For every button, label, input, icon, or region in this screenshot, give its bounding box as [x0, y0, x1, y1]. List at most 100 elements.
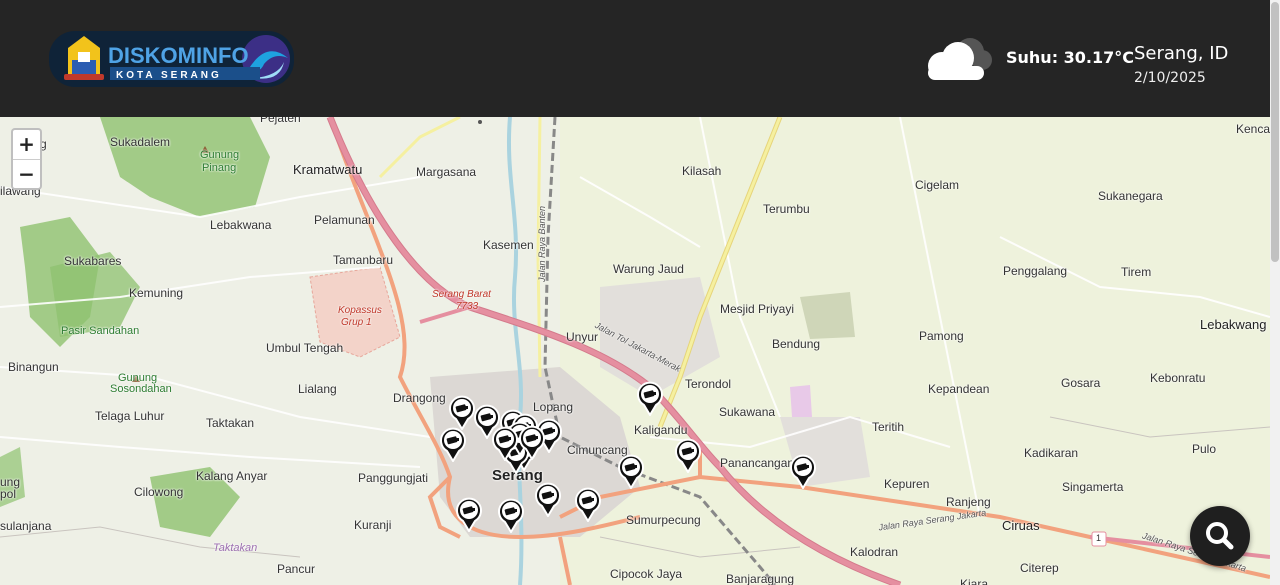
place-label: Terondol — [685, 377, 732, 391]
cctv-marker[interactable] — [534, 481, 562, 518]
cctv-camera-icon — [498, 498, 524, 534]
place-label: Kepuren — [884, 477, 930, 491]
place-label: Lialang — [298, 382, 337, 396]
cctv-marker[interactable] — [789, 453, 817, 490]
cctv-marker[interactable] — [491, 425, 519, 462]
place-label: Terumbu — [763, 202, 810, 216]
cctv-camera-icon — [440, 427, 466, 463]
place-label: Sukanegara — [1098, 189, 1163, 203]
scrollbar-thumb[interactable] — [1271, 2, 1279, 262]
place-label: Unyur — [566, 330, 599, 344]
cctv-camera-icon — [790, 454, 816, 490]
place-label: Mesjid Priyayi — [720, 302, 795, 316]
cctv-camera-icon — [618, 454, 644, 490]
place-label: Kadikaran — [1024, 446, 1079, 460]
place-label: Pasir Sandahan — [61, 325, 140, 337]
place-label: Kuranji — [354, 518, 392, 532]
location-name: Serang, ID — [1134, 43, 1229, 64]
temperature: Suhu: 30.17°C — [1006, 48, 1135, 67]
road-label: Serang Barat — [432, 289, 491, 300]
place-label: Ciruas — [1002, 518, 1040, 533]
place-label: Teritih — [872, 420, 905, 434]
place-label: Binangun — [8, 360, 59, 374]
cctv-marker[interactable] — [439, 426, 467, 463]
road-label: 7733 — [456, 301, 479, 312]
place-label: Umbul Tengah — [266, 341, 344, 355]
place-label: Penggalang — [1003, 264, 1068, 278]
place-label: Drangong — [393, 391, 446, 405]
zoom-control: + − — [11, 128, 42, 190]
diskominfo-logo: DISKOMINFO KOTA SERANG — [49, 31, 294, 87]
place-label: Telaga Luhur — [95, 409, 165, 423]
logo-title: DISKOMINFO — [108, 43, 249, 68]
place-label: Cilowong — [134, 485, 184, 499]
cctv-camera-icon — [492, 426, 518, 462]
logo-subtitle: KOTA SERANG — [116, 70, 222, 81]
cctv-marker[interactable] — [636, 380, 664, 417]
zoom-in-button[interactable]: + — [13, 130, 40, 160]
cctv-camera-icon — [449, 395, 475, 431]
cloud-icon — [928, 38, 992, 80]
cctv-camera-icon — [535, 482, 561, 518]
place-label: Kemuning — [129, 286, 184, 300]
cctv-camera-icon — [575, 487, 601, 523]
place-label: Kilasah — [682, 164, 722, 178]
place-label: Cigelam — [915, 178, 960, 192]
place-label: Kebonratu — [1150, 371, 1206, 385]
search-button[interactable] — [1190, 506, 1250, 566]
place-label: Tirem — [1121, 265, 1152, 279]
current-date: 2/10/2025 — [1134, 70, 1206, 86]
cctv-marker[interactable] — [674, 437, 702, 474]
place-label: Sumurpecung — [626, 513, 701, 527]
place-label: Panggungjati — [358, 471, 429, 485]
place-label: Taktakan — [213, 542, 258, 554]
place-label: Citerep — [1020, 561, 1059, 575]
place-label: Taktakan — [206, 416, 255, 430]
cctv-marker[interactable] — [497, 497, 525, 534]
map-view[interactable]: Pejaten Sukadalem gung Gunung Pinang Kra… — [0, 117, 1270, 585]
place-label: Kalang Anyar — [196, 469, 268, 483]
place-label: Kalodran — [850, 545, 899, 559]
place-label: Warung Jaud — [613, 262, 684, 276]
place-label: pol — [0, 487, 17, 501]
cctv-camera-icon — [519, 425, 545, 461]
place-label: Lebakwana — [210, 218, 272, 232]
place-label: Gosara — [1061, 376, 1101, 390]
place-label: Pamong — [919, 329, 964, 343]
place-label: Sukabares — [64, 254, 122, 268]
place-label: Kepandean — [928, 382, 990, 396]
route-number: 1 — [1096, 533, 1102, 543]
top-header: DISKOMINFO KOTA SERANG Suhu: 30.17°C Ser… — [0, 0, 1270, 117]
place-label: Bendung — [772, 337, 821, 351]
place-label: Lebakwang — [1200, 317, 1267, 332]
cctv-marker[interactable] — [518, 424, 546, 461]
cctv-marker[interactable] — [617, 453, 645, 490]
cctv-marker[interactable] — [448, 394, 476, 431]
place-label: Pinang — [202, 162, 237, 174]
zoom-out-button[interactable]: − — [13, 160, 40, 189]
cctv-marker[interactable] — [455, 496, 483, 533]
cctv-camera-icon — [456, 497, 482, 533]
cctv-camera-icon — [637, 381, 663, 417]
place-label: Sukadalem — [110, 135, 171, 149]
place-label: Gunung — [200, 149, 240, 161]
place-label: Kaligandu — [634, 423, 688, 437]
place-label: Pulo — [1192, 442, 1217, 456]
cctv-marker[interactable] — [574, 486, 602, 523]
place-label: Margasana — [416, 165, 477, 179]
place-label: sulanjana — [0, 519, 52, 533]
place-label: Banjaragung — [726, 572, 795, 585]
place-label: Kiara — [960, 577, 989, 585]
place-label: Sosondahan — [110, 383, 172, 395]
place-label: Singamerta — [1062, 480, 1124, 494]
road-label: Jalan Raya Banten — [537, 205, 547, 282]
place-label: Kopassus — [338, 305, 382, 316]
place-label: Kasemen — [483, 238, 534, 252]
cctv-camera-icon — [675, 438, 701, 474]
place-label: Pejaten — [260, 117, 301, 125]
place-label: Tamanbaru — [333, 253, 394, 267]
place-label: Lopang — [533, 400, 574, 414]
place-label: Pancur — [277, 562, 316, 576]
place-label: Kencar — [1236, 122, 1270, 136]
place-label: Sukawana — [719, 405, 776, 419]
